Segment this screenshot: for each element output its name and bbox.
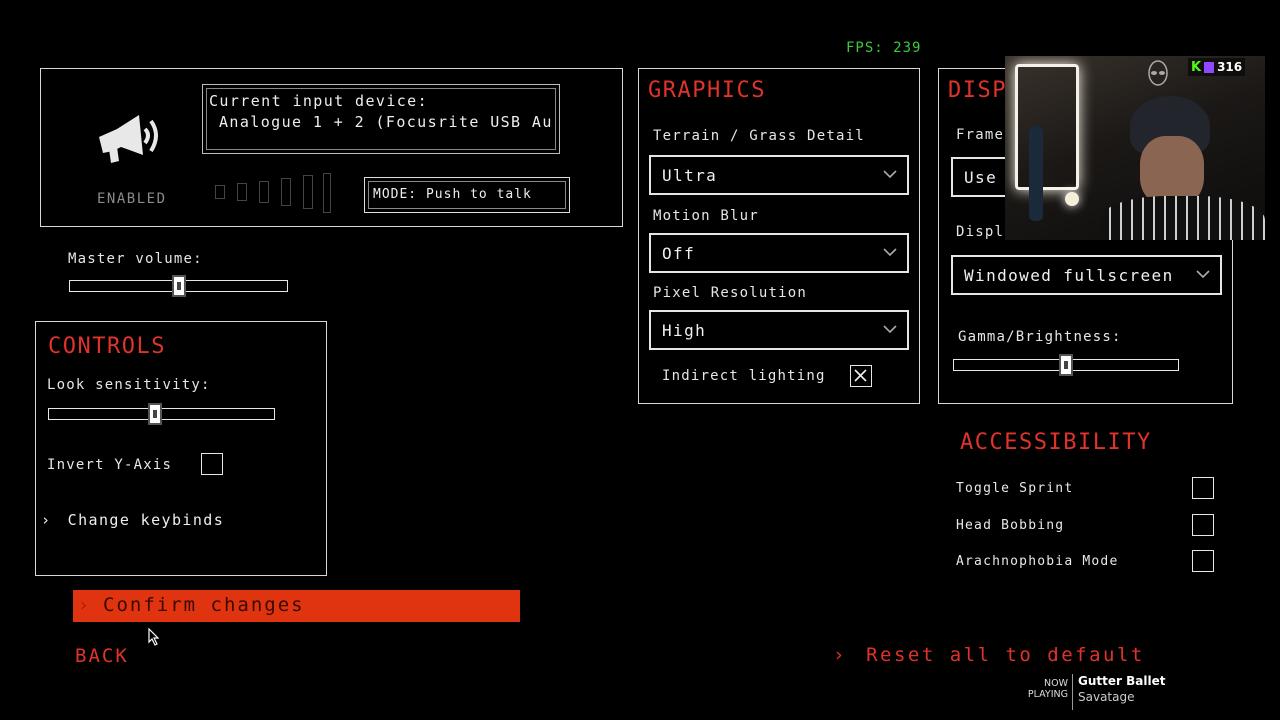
chevron-down-icon <box>883 248 897 257</box>
confirm-changes-label: Confirm changes <box>103 594 305 616</box>
webcam-overlay: K 316 <box>1005 56 1265 240</box>
accessibility-item[interactable]: Toggle Sprint <box>956 476 1216 502</box>
twitch-icon <box>1204 61 1215 73</box>
look-sensitivity-slider[interactable] <box>48 403 275 425</box>
terrain-detail-label: Terrain / Grass Detail <box>653 128 865 144</box>
controls-title: CONTROLS <box>48 334 166 359</box>
master-volume-thumb[interactable] <box>172 275 186 297</box>
frame-label: Frame <box>956 127 1005 143</box>
chevron-down-icon <box>1196 270 1210 279</box>
indirect-lighting-label: Indirect lighting <box>662 368 826 384</box>
viewer-count: 316 <box>1217 60 1243 74</box>
arachnophobia-mode-checkbox[interactable] <box>1192 550 1214 572</box>
input-device-box: Current input device: Analogue 1 + 2 (Fo… <box>202 84 560 154</box>
motion-blur-value: Off <box>662 244 696 263</box>
look-sensitivity-thumb[interactable] <box>148 403 162 425</box>
indirect-lighting-checkbox[interactable] <box>850 365 872 387</box>
input-device-label: Current input device: <box>209 92 429 110</box>
head-bobbing-checkbox[interactable] <box>1192 514 1214 536</box>
input-device-value: Analogue 1 + 2 (Focusrite USB Au <box>219 113 553 131</box>
toggle-sprint-checkbox[interactable] <box>1192 477 1214 499</box>
arachnophobia-mode-label: Arachnophobia Mode <box>956 554 1119 569</box>
master-volume-slider[interactable] <box>69 275 288 297</box>
reset-default-label: Reset all to default <box>866 644 1145 666</box>
gamma-label: Gamma/Brightness: <box>958 329 1122 345</box>
gamma-slider[interactable] <box>953 354 1179 376</box>
motion-blur-label: Motion Blur <box>653 208 759 224</box>
controls-panel: CONTROLS Look sensitivity: Invert Y-Axis… <box>35 321 327 576</box>
change-keybinds-label: Change keybinds <box>67 511 225 529</box>
chevron-down-icon <box>883 170 897 179</box>
invert-y-checkbox[interactable] <box>201 453 223 475</box>
fps-counter: FPS: 239 <box>846 40 922 56</box>
alienware-logo-icon <box>1148 60 1168 86</box>
song-title: Gutter Ballet <box>1078 674 1166 688</box>
frame-value: Use <box>964 168 998 187</box>
look-sensitivity-label: Look sensitivity: <box>47 377 211 393</box>
speaker-icon <box>99 115 158 163</box>
graphics-title: GRAPHICS <box>648 78 766 103</box>
gamma-thumb[interactable] <box>1059 354 1073 376</box>
toggle-sprint-label: Toggle Sprint <box>956 481 1074 496</box>
viewer-count-badge: K 316 <box>1188 58 1246 76</box>
chevron-down-icon <box>883 325 897 334</box>
accessibility-title: ACCESSIBILITY <box>960 430 1152 455</box>
graphics-panel: GRAPHICS Terrain / Grass Detail Ultra Mo… <box>638 68 920 404</box>
chevron-right-icon: › <box>833 644 845 666</box>
change-keybinds-link[interactable]: › Change keybinds <box>41 510 224 529</box>
pixel-resolution-label: Pixel Resolution <box>653 285 808 301</box>
voice-mode-label: MODE: Push to talk <box>373 187 532 202</box>
motion-blur-dropdown[interactable]: Off <box>649 233 909 273</box>
pixel-resolution-value: High <box>662 321 707 340</box>
master-volume-label: Master volume: <box>68 251 203 267</box>
song-artist: Savatage <box>1078 690 1135 704</box>
display-title: DISP <box>948 78 1007 103</box>
head-bobbing-label: Head Bobbing <box>956 518 1065 533</box>
display-mode-value: Windowed fullscreen <box>964 266 1174 285</box>
kick-icon: K <box>1191 59 1202 75</box>
mouse-cursor-icon <box>148 628 160 646</box>
enabled-status: ENABLED <box>97 191 167 207</box>
reset-default-button[interactable]: › Reset all to default <box>833 644 1145 666</box>
pixel-resolution-dropdown[interactable]: High <box>649 310 909 350</box>
accessibility-item[interactable]: Arachnophobia Mode <box>956 549 1216 575</box>
terrain-detail-dropdown[interactable]: Ultra <box>649 155 909 195</box>
audio-panel: ENABLED Current input device: Analogue 1… <box>40 68 623 227</box>
accessibility-item[interactable]: Head Bobbing <box>956 513 1216 539</box>
now-playing-label: NOW PLAYING <box>1027 678 1068 700</box>
voice-mode-button[interactable]: MODE: Push to talk <box>364 177 570 213</box>
display-mode-dropdown[interactable]: Windowed fullscreen <box>951 255 1222 295</box>
confirm-changes-button[interactable]: › Confirm changes <box>73 590 520 622</box>
invert-y-label: Invert Y-Axis <box>47 457 173 473</box>
chevron-right-icon: › <box>78 595 89 616</box>
check-x-icon <box>854 369 867 382</box>
now-playing-widget: NOW PLAYING Gutter Ballet Savatage <box>1020 672 1180 712</box>
terrain-detail-value: Ultra <box>662 166 718 185</box>
chevron-right-icon: › <box>41 511 51 529</box>
back-button[interactable]: BACK <box>75 645 129 667</box>
